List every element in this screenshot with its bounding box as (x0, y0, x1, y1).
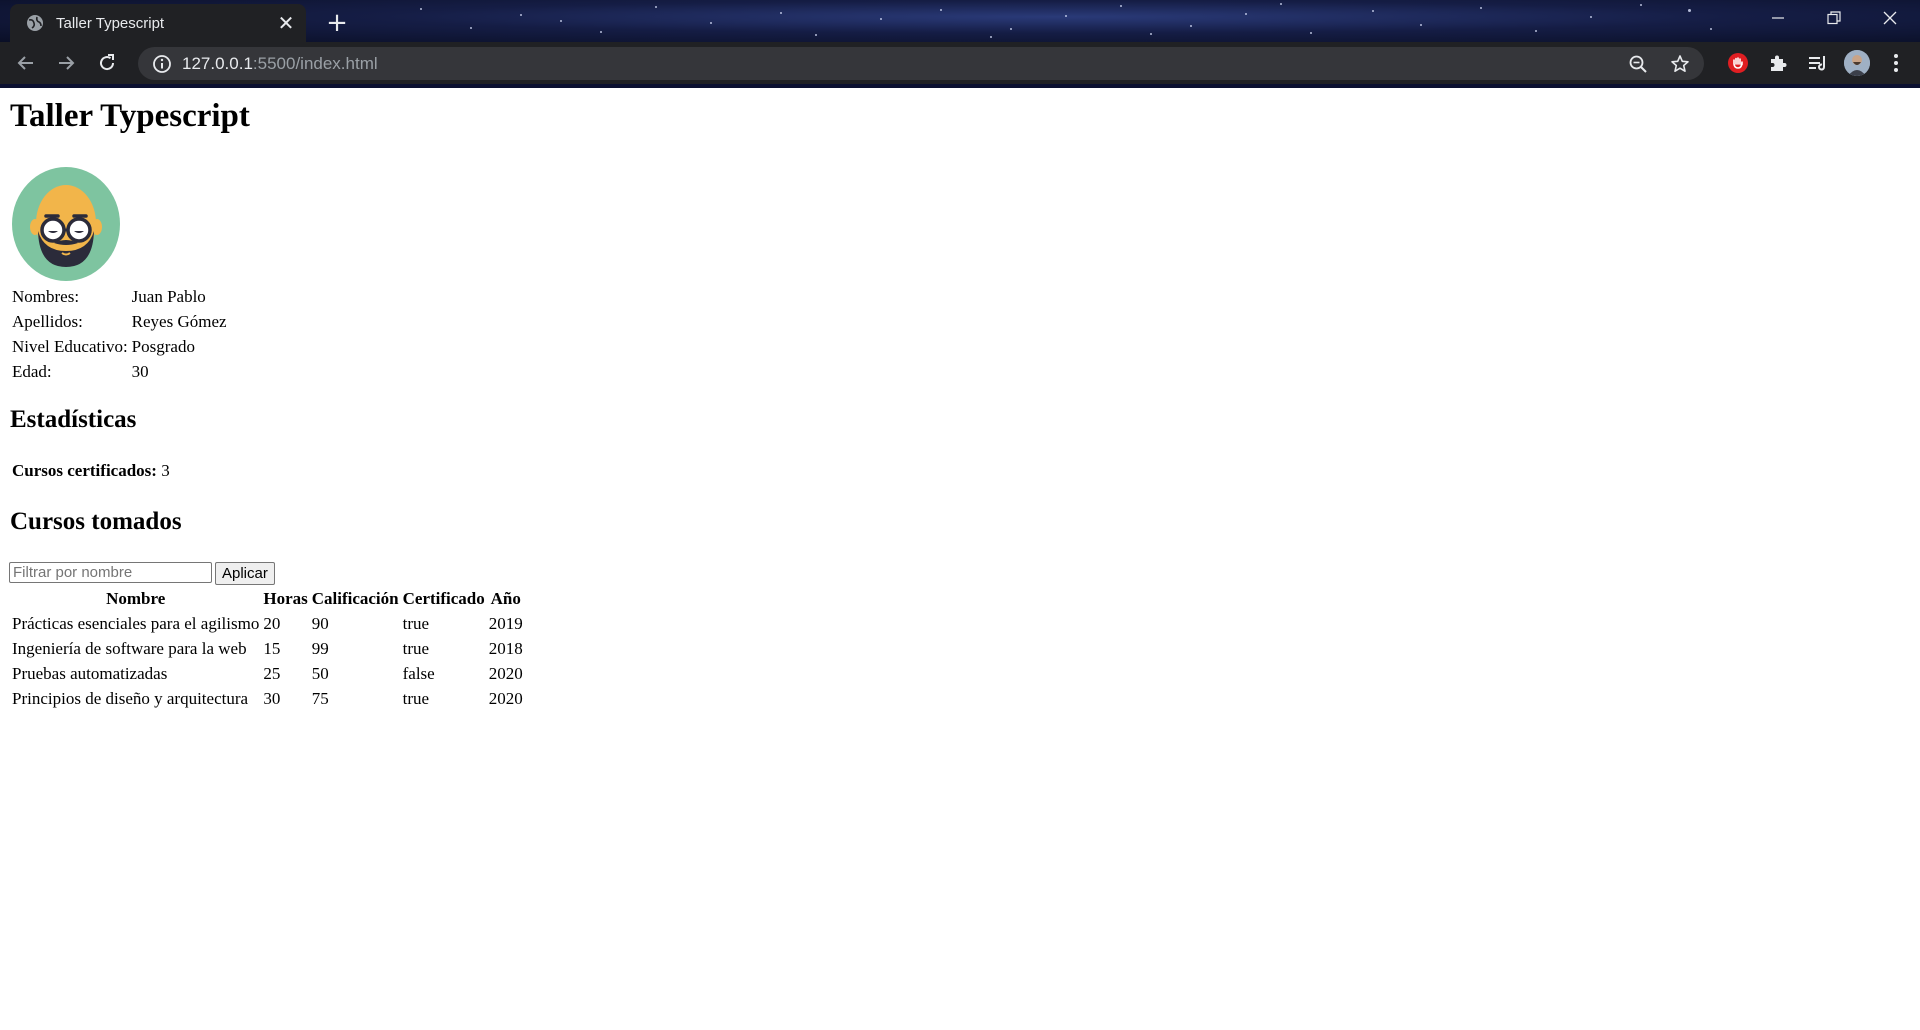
cell-nombre: Prácticas esenciales para el agilismo (12, 613, 260, 633)
cell-certificado: false (402, 663, 435, 683)
info-row: Edad: 30 (10, 359, 229, 384)
table-row: Pruebas automatizadas 25 50 false 2020 (10, 661, 525, 686)
cell-certificado: true (402, 638, 430, 658)
cell-anio: 2020 (488, 663, 523, 683)
info-row: Nivel Educativo: Posgrado (10, 334, 229, 359)
courses-table: Nombre Horas Calificación Certificado Añ… (10, 586, 525, 711)
stats-label: Cursos certificados: (12, 461, 157, 480)
table-row: Principios de diseño y arquitectura 30 7… (10, 686, 525, 711)
info-value: Reyes Gómez (131, 311, 227, 331)
media-queue-icon[interactable] (1804, 49, 1832, 77)
column-header-certificado: Certificado (402, 588, 485, 608)
column-header-calificacion: Calificación (311, 588, 399, 608)
apply-button[interactable]: Aplicar (215, 562, 275, 585)
column-header-anio: Año (490, 588, 521, 608)
tab-title: Taller Typescript (56, 14, 165, 32)
new-tab-button[interactable]: + (322, 8, 352, 38)
info-row: Apellidos: Reyes Gómez (10, 309, 229, 334)
kebab-menu-icon[interactable] (1882, 49, 1910, 77)
cell-horas: 25 (263, 663, 281, 683)
cell-calificacion: 75 (311, 688, 329, 708)
page-title: Taller Typescript (10, 98, 250, 134)
cell-anio: 2019 (488, 613, 523, 633)
cell-calificacion: 50 (311, 663, 329, 683)
personal-info-table: Nombres: Juan Pablo Apellidos: Reyes Góm… (10, 284, 229, 384)
stop-extension-icon[interactable] (1724, 49, 1752, 77)
minimize-icon[interactable] (1750, 0, 1806, 36)
table-header-row: Nombre Horas Calificación Certificado Añ… (10, 586, 525, 611)
stats-value: 3 (161, 461, 170, 480)
cell-nombre: Principios de diseño y arquitectura (12, 688, 249, 708)
star-icon[interactable] (1666, 50, 1694, 78)
cell-horas: 15 (263, 638, 281, 658)
reload-icon[interactable] (93, 49, 121, 77)
puzzle-icon[interactable] (1764, 49, 1792, 77)
certified-courses-stat: Cursos certificados: 3 (12, 461, 170, 481)
browser-tab[interactable]: Taller Typescript ✕ (10, 4, 306, 42)
address-bar[interactable]: 127.0.0.1:5500/index.html (138, 47, 1704, 80)
cell-anio: 2018 (488, 638, 523, 658)
info-row: Nombres: Juan Pablo (10, 284, 229, 309)
info-value: 30 (131, 361, 149, 381)
url-host: 127.0.0.1 (182, 53, 253, 73)
info-icon[interactable] (152, 54, 172, 74)
info-value: Posgrado (131, 336, 195, 356)
cell-nombre: Pruebas automatizadas (12, 663, 168, 683)
info-label: Apellidos: (12, 311, 83, 331)
profile-avatar[interactable] (1844, 50, 1870, 76)
cell-certificado: true (402, 688, 430, 708)
back-arrow-icon[interactable] (12, 49, 40, 77)
info-label: Nivel Educativo: (12, 336, 128, 356)
cell-horas: 30 (263, 688, 281, 708)
cell-certificado: true (402, 613, 430, 633)
info-label: Nombres: (12, 286, 80, 306)
browser-titlebar: Taller Typescript ✕ + (0, 0, 1920, 42)
cell-calificacion: 99 (311, 638, 329, 658)
url-path: :5500/index.html (252, 53, 378, 73)
close-window-icon[interactable] (1862, 0, 1918, 36)
info-label: Edad: (12, 361, 52, 381)
stats-heading: Estadísticas (10, 406, 137, 433)
cell-horas: 20 (263, 613, 281, 633)
courses-heading: Cursos tomados (10, 508, 182, 535)
browser-toolbar: 127.0.0.1:5500/index.html (0, 42, 1920, 84)
page-content: Taller Typescript Nombres: Juan Pablo Ap… (0, 88, 1920, 1030)
globe-icon (27, 15, 43, 31)
column-header-nombre: Nombre (106, 588, 166, 608)
cell-anio: 2020 (488, 688, 523, 708)
cell-calificacion: 90 (311, 613, 329, 633)
table-row: Ingeniería de software para la web 15 99… (10, 636, 525, 661)
tab-close-icon[interactable]: ✕ (272, 9, 300, 37)
column-header-horas: Horas (263, 588, 308, 608)
url-text: 127.0.0.1:5500/index.html (182, 54, 378, 74)
filter-input[interactable]: Filtrar por nombre (9, 562, 212, 583)
restore-icon[interactable] (1806, 0, 1862, 36)
cell-nombre: Ingeniería de software para la web (12, 638, 247, 658)
table-row: Prácticas esenciales para el agilismo 20… (10, 611, 525, 636)
forward-arrow-icon[interactable] (52, 49, 80, 77)
info-value: Juan Pablo (131, 286, 206, 306)
filter-placeholder: Filtrar por nombre (13, 564, 133, 581)
zoom-icon[interactable] (1624, 50, 1652, 78)
profile-avatar-image (12, 167, 120, 281)
